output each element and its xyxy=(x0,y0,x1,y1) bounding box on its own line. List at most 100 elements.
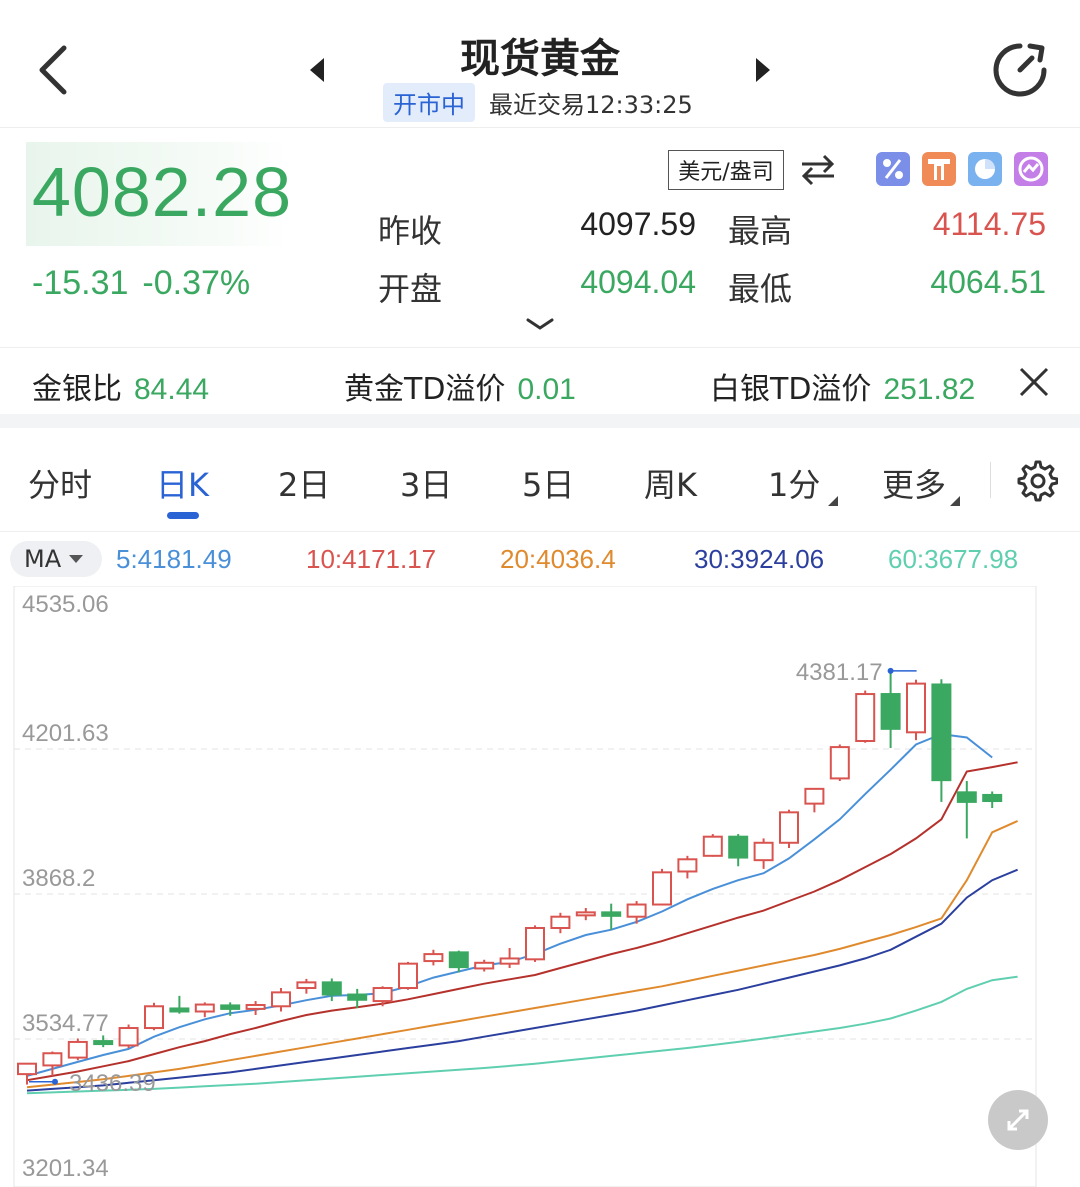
candle-body xyxy=(601,911,622,917)
tool-icon-group xyxy=(876,152,1048,186)
ratio-bar: 金银比 84.44 黄金TD溢价 0.01 白银TD溢价 251.82 xyxy=(0,348,1080,414)
ma-selector[interactable]: MA xyxy=(10,541,102,577)
candle-body xyxy=(271,991,291,1008)
fullscreen-button[interactable] xyxy=(988,1090,1048,1150)
candle-body xyxy=(829,746,850,780)
swap-icon[interactable] xyxy=(798,152,838,188)
tab-3day[interactable]: 3日 xyxy=(400,460,452,506)
refresh-icon[interactable] xyxy=(990,40,1050,100)
prev-close-value: 4097.59 xyxy=(580,206,696,242)
candle-body xyxy=(677,858,698,873)
min-marker-dot xyxy=(52,1078,58,1085)
tab-intraday[interactable]: 分时 xyxy=(28,460,92,506)
candle-body xyxy=(906,682,926,734)
candle-body xyxy=(296,981,317,990)
ratio-label: 黄金TD溢价 xyxy=(344,372,506,407)
compare-icon[interactable] xyxy=(1014,152,1048,186)
ratio-value: 251.82 xyxy=(883,373,976,406)
ma60-line xyxy=(26,975,1018,1095)
candle-body xyxy=(474,961,495,970)
candle-body xyxy=(194,1003,215,1013)
candle-body xyxy=(220,1004,241,1010)
y-tick-label: 3534.77 xyxy=(22,1010,109,1037)
ratio-label: 白银TD溢价 xyxy=(710,372,872,407)
caret-down-icon xyxy=(69,555,84,563)
candle-body xyxy=(499,957,520,965)
max-marker-dot xyxy=(887,667,894,674)
candle-body xyxy=(144,1005,164,1030)
silver-td-premium: 白银TD溢价 251.82 xyxy=(710,364,975,408)
candle-body xyxy=(17,1062,37,1076)
market-status-badge: 开市中 xyxy=(383,82,475,122)
candle-body xyxy=(169,1007,190,1013)
candle-body xyxy=(550,915,571,930)
dropdown-caret-icon xyxy=(950,496,960,506)
gear-icon[interactable] xyxy=(1014,458,1058,502)
candle-body xyxy=(702,835,723,857)
candle-body xyxy=(575,911,596,917)
high-label: 最高 xyxy=(728,213,793,249)
percent-icon[interactable] xyxy=(876,152,910,186)
chart-frame xyxy=(13,586,1037,1187)
gold-silver-ratio: 金银比 84.44 xyxy=(32,364,209,408)
low-label: 最低 xyxy=(728,271,793,307)
ratio-value: 0.01 xyxy=(517,373,576,406)
high-value: 4114.75 xyxy=(932,206,1046,242)
change-amount: -15.31 xyxy=(32,264,129,302)
candle-body xyxy=(855,693,876,743)
ma60-value: 60:3677.98 xyxy=(888,544,1019,574)
gold-td-premium: 黄金TD溢价 0.01 xyxy=(344,364,576,408)
expand-icon xyxy=(1007,1109,1029,1131)
candle-body xyxy=(982,793,1003,803)
candle-body xyxy=(67,1040,88,1059)
tab-weekly-k[interactable]: 周K xyxy=(644,460,697,506)
tab-daily-k[interactable]: 日K xyxy=(156,460,209,506)
current-price: 4082.28 xyxy=(32,153,293,231)
tab-more[interactable]: 更多 xyxy=(882,460,946,506)
chevron-down-icon[interactable] xyxy=(524,314,556,334)
lighthouse-icon[interactable] xyxy=(922,152,956,186)
candle-body xyxy=(321,981,342,996)
kline-chart[interactable]: 4535.06 4201.63 3868.2 3534.77 3201.34 4381.1… xyxy=(0,586,1080,1187)
candle-body xyxy=(93,1040,114,1046)
candle-body xyxy=(245,1003,266,1010)
tab-5day[interactable]: 5日 xyxy=(522,460,574,506)
unit-toggle-button[interactable]: 美元/盎司 xyxy=(668,150,784,190)
y-tick-label: 4201.63 xyxy=(22,720,109,747)
ma10-line xyxy=(26,761,1018,1082)
dropdown-caret-icon xyxy=(828,496,838,506)
prev-close-label: 昨收 xyxy=(378,213,443,249)
y-tick-label: 3868.2 xyxy=(22,865,95,892)
candle-body xyxy=(956,791,977,803)
ma30-value: 30:3924.06 xyxy=(694,544,825,574)
candle-body xyxy=(525,927,545,961)
candle-body xyxy=(753,841,774,862)
y-tick-label: 4535.06 xyxy=(22,591,109,618)
ma5-value: 5:4181.49 xyxy=(116,544,232,574)
candle-body xyxy=(880,693,901,730)
candle-body xyxy=(398,962,418,990)
min-price-label: 3436.39 xyxy=(69,1070,156,1097)
tab-2day[interactable]: 2日 xyxy=(278,460,330,506)
ma5-line xyxy=(26,733,993,1077)
section-divider xyxy=(0,414,1080,428)
candle-body xyxy=(118,1027,139,1047)
candle-body xyxy=(652,871,672,906)
back-arrow-icon[interactable] xyxy=(28,40,78,100)
pie-chart-icon[interactable] xyxy=(968,152,1002,186)
next-instrument-icon[interactable] xyxy=(744,52,780,88)
candle-body xyxy=(423,953,444,963)
ma20-value: 20:4036.4 xyxy=(500,544,616,574)
tab-1min[interactable]: 1分 xyxy=(768,460,820,506)
prev-instrument-icon[interactable] xyxy=(300,52,336,88)
active-tab-indicator xyxy=(167,512,199,519)
ma10-value: 10:4171.17 xyxy=(306,544,437,574)
open-label: 开盘 xyxy=(378,271,443,307)
ratio-label: 金银比 xyxy=(32,372,122,407)
y-tick-label: 3201.34 xyxy=(22,1155,109,1182)
candle-body xyxy=(728,835,749,859)
candle-body xyxy=(42,1052,63,1067)
period-tabs: 分时 日K 2日 3日 5日 周K 1分 更多 xyxy=(0,428,1080,532)
close-icon[interactable] xyxy=(1016,364,1052,400)
ma30-line xyxy=(26,868,1018,1092)
